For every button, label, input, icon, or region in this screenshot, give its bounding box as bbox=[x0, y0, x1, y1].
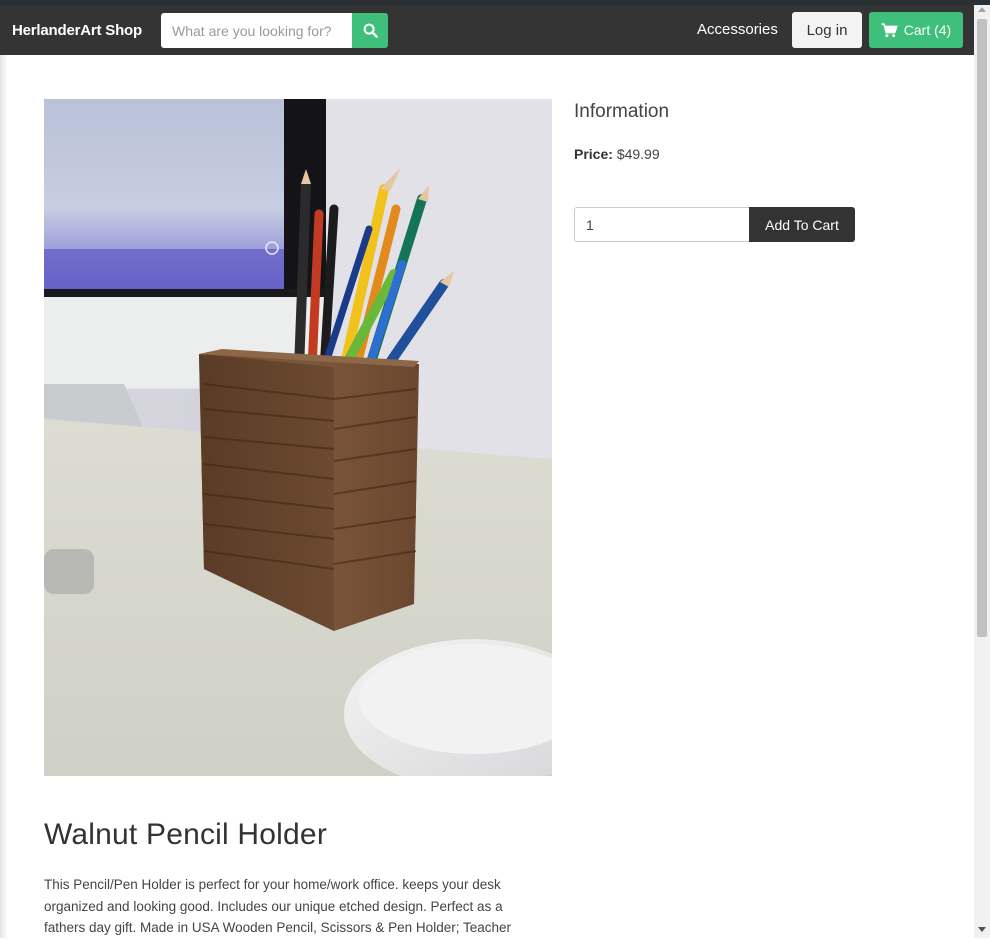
login-button[interactable]: Log in bbox=[792, 12, 862, 48]
search-input[interactable] bbox=[161, 13, 353, 48]
nav-link-accessories[interactable]: Accessories bbox=[697, 21, 778, 38]
vertical-scrollbar[interactable] bbox=[974, 5, 990, 938]
search-button[interactable] bbox=[352, 13, 388, 48]
scrollbar-thumb[interactable] bbox=[977, 19, 987, 637]
product-image bbox=[44, 99, 552, 776]
quantity-input[interactable] bbox=[574, 207, 750, 242]
search-icon bbox=[363, 23, 378, 38]
cart-icon bbox=[881, 22, 898, 37]
navbar: HerlanderArt Shop Accessories Log in Car… bbox=[0, 5, 974, 55]
page-left-shadow bbox=[0, 55, 8, 938]
price-label: Price: bbox=[574, 146, 613, 162]
cart-button[interactable]: Cart (4) bbox=[869, 12, 963, 48]
brand-logo[interactable]: HerlanderArt Shop bbox=[12, 22, 142, 39]
product-description: This Pencil/Pen Holder is perfect for yo… bbox=[44, 877, 511, 935]
add-to-cart-button[interactable]: Add To Cart bbox=[749, 207, 855, 242]
scroll-down-arrow-icon[interactable] bbox=[978, 927, 986, 932]
price-value: $49.99 bbox=[616, 146, 660, 162]
product-title: Walnut Pencil Holder bbox=[44, 818, 328, 851]
price-line: Price: $49.99 bbox=[574, 146, 660, 162]
scroll-up-arrow-icon[interactable] bbox=[978, 7, 986, 12]
cart-label: Cart (4) bbox=[903, 22, 952, 38]
product-photo bbox=[44, 99, 552, 776]
information-heading: Information bbox=[574, 101, 670, 122]
